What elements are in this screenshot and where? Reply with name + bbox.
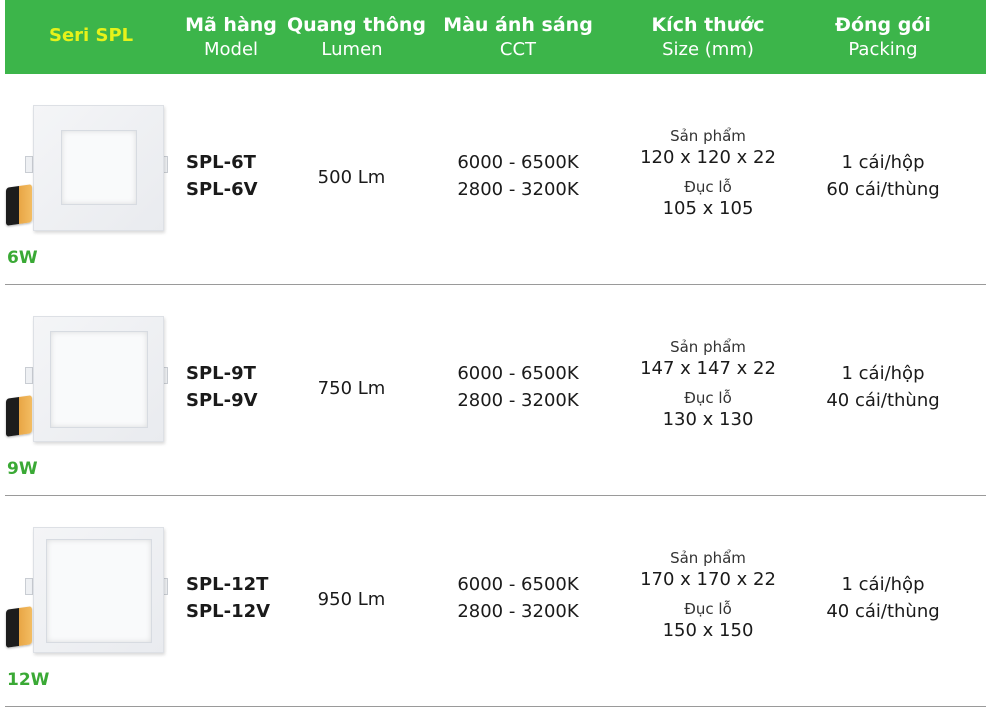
size-cutout-label: Đục lỗ [684, 600, 732, 618]
watt-label: 9W [7, 459, 38, 479]
led-panel-image [33, 105, 164, 231]
model-cell: SPL-12T SPL-12V [186, 571, 270, 625]
row-divider [5, 706, 986, 707]
watt-label: 12W [7, 670, 50, 690]
model-code: SPL-12V [186, 601, 271, 622]
header-size-en: Size (mm) [662, 39, 754, 60]
size-cell: Sản phẩm 147 x 147 x 22 Đục lỗ 130 x 130 [620, 337, 796, 432]
packing-cell: 1 cái/hộp 40 cái/thùng [802, 571, 964, 625]
header-cct-en: CCT [499, 39, 537, 60]
size-cutout-value: 105 x 105 [662, 198, 754, 219]
size-product-value: 120 x 120 x 22 [640, 147, 776, 168]
mounting-clip-left [25, 156, 33, 173]
table-row: 6W SPL-6T SPL-6V 500 Lm 6000 - 6500K 280… [0, 74, 986, 285]
lumen-value: 500 Lm [317, 167, 386, 188]
cct-cell: 6000 - 6500K 2800 - 3200K [440, 149, 596, 203]
model-cell: SPL-6T SPL-6V [186, 149, 258, 203]
series-title: Seri SPL [49, 25, 134, 46]
model-cell: SPL-9T SPL-9V [186, 360, 258, 414]
led-driver-image [6, 184, 32, 226]
packing-value: 40 cái/thùng [826, 390, 940, 411]
watt-label: 6W [7, 248, 38, 268]
header-lumen-vi: Quang thông [287, 14, 427, 36]
cct-value: 2800 - 3200K [457, 179, 579, 200]
header-cct-vi: Màu ánh sáng [443, 14, 593, 36]
model-code: SPL-6V [186, 179, 258, 200]
header-lumen-en: Lumen [321, 39, 383, 60]
packing-value: 1 cái/hộp [841, 574, 925, 595]
size-cutout-value: 130 x 130 [662, 409, 754, 430]
table-row: 9W SPL-9T SPL-9V 750 Lm 6000 - 6500K 280… [0, 285, 986, 496]
led-driver-image [6, 395, 32, 437]
packing-value: 40 cái/thùng [826, 601, 940, 622]
led-driver-image [6, 606, 32, 648]
cct-cell: 6000 - 6500K 2800 - 3200K [440, 571, 596, 625]
size-product-value: 170 x 170 x 22 [640, 569, 776, 590]
header-packing-vi: Đóng gói [835, 14, 931, 36]
lumen-value: 950 Lm [317, 589, 386, 610]
packing-value: 60 cái/thùng [826, 179, 940, 200]
panel-diffuser [46, 539, 152, 643]
packing-value: 1 cái/hộp [841, 363, 925, 384]
header-cct: Màu ánh sáng CCT [440, 12, 596, 62]
cct-value: 2800 - 3200K [457, 390, 579, 411]
lumen-value: 750 Lm [317, 378, 386, 399]
mounting-clip-left [25, 367, 33, 384]
header-packing: Đóng gói Packing [802, 12, 964, 62]
table-row: 12W SPL-12T SPL-12V 950 Lm 6000 - 6500K … [0, 496, 986, 707]
header-size: Kích thước Size (mm) [620, 12, 796, 62]
size-product-value: 147 x 147 x 22 [640, 358, 776, 379]
size-product-label: Sản phẩm [670, 549, 746, 567]
cct-value: 6000 - 6500K [457, 363, 579, 384]
cct-value: 6000 - 6500K [457, 152, 579, 173]
header-size-vi: Kích thước [651, 14, 765, 36]
panel-diffuser [50, 331, 148, 428]
packing-cell: 1 cái/hộp 40 cái/thùng [802, 360, 964, 414]
product-image: 12W [0, 496, 175, 707]
size-product-label: Sản phẩm [670, 338, 746, 356]
cct-cell: 6000 - 6500K 2800 - 3200K [440, 360, 596, 414]
model-code: SPL-9V [186, 390, 258, 411]
model-code: SPL-12T [186, 574, 269, 595]
product-image: 6W [0, 74, 175, 285]
model-code: SPL-9T [186, 363, 256, 384]
led-panel-image [33, 316, 164, 442]
panel-diffuser [61, 130, 137, 205]
led-panel-image [33, 527, 164, 653]
header-model-en: Model [203, 39, 259, 60]
model-code: SPL-6T [186, 152, 256, 173]
size-product-label: Sản phẩm [670, 127, 746, 145]
mounting-clip-left [25, 578, 33, 595]
header-lumen: Quang thông Lumen [287, 12, 427, 62]
product-image: 9W [0, 285, 175, 496]
size-cell: Sản phẩm 170 x 170 x 22 Đục lỗ 150 x 150 [620, 548, 796, 643]
size-cutout-label: Đục lỗ [684, 178, 732, 196]
cct-value: 6000 - 6500K [457, 574, 579, 595]
header-model: Mã hàng Model [177, 12, 285, 62]
cct-value: 2800 - 3200K [457, 601, 579, 622]
size-cutout-label: Đục lỗ [684, 389, 732, 407]
packing-value: 1 cái/hộp [841, 152, 925, 173]
packing-cell: 1 cái/hộp 60 cái/thùng [802, 149, 964, 203]
table-header: Seri SPL Mã hàng Model Quang thông Lumen… [5, 0, 986, 74]
header-packing-en: Packing [848, 39, 918, 60]
header-model-vi: Mã hàng [185, 14, 277, 36]
size-cell: Sản phẩm 120 x 120 x 22 Đục lỗ 105 x 105 [620, 126, 796, 221]
size-cutout-value: 150 x 150 [662, 620, 754, 641]
